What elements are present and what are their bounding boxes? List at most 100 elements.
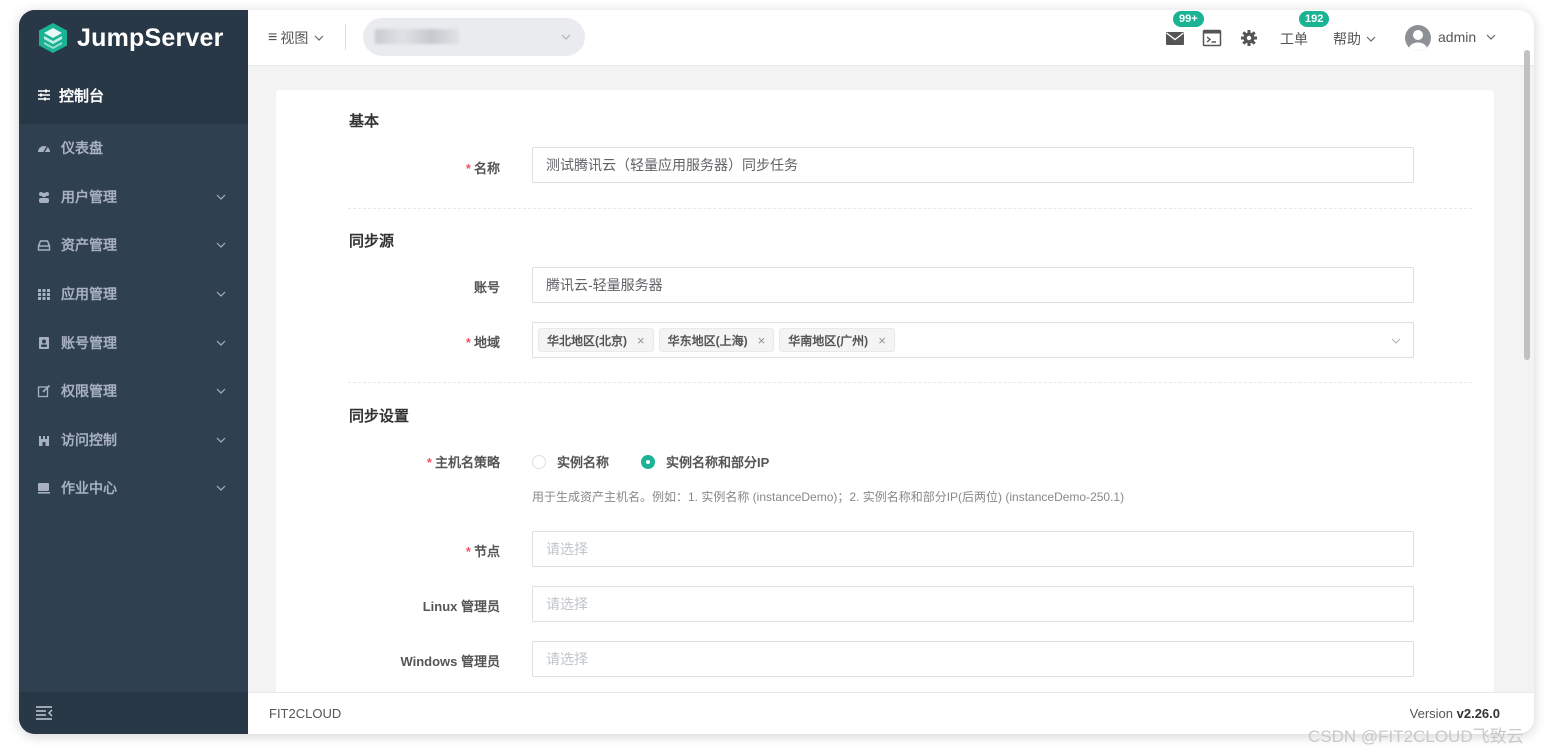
sliders-icon: [38, 89, 50, 101]
footer-company: FIT2CLOUD: [269, 706, 342, 721]
inbox-icon: [37, 240, 51, 252]
sync-task-form-card: 基本 * 名称 测试腾讯云（轻量应用服务器）同步任务 同步源 账号 腾讯云-轻量服…: [276, 90, 1494, 692]
chevron-down-icon: [216, 388, 226, 395]
sidebar-console[interactable]: 控制台: [19, 66, 248, 124]
jumpserver-logo-icon: [39, 23, 67, 53]
chevron-down-icon: [216, 340, 226, 346]
sidebar-item-job-center[interactable]: 作业中心: [19, 464, 248, 513]
sidebar-item-access-control[interactable]: 访问控制: [19, 416, 248, 465]
chevron-down-icon: [216, 194, 226, 200]
sidebar-item-label: 用户管理: [61, 188, 117, 205]
sidebar-item-label: 作业中心: [61, 480, 117, 497]
name-input[interactable]: 测试腾讯云（轻量应用服务器）同步任务: [532, 147, 1414, 183]
top-header: ≡ 视图 99+ 工单 192 帮助 admin: [248, 10, 1534, 66]
view-switcher-button[interactable]: ≡ 视图: [268, 28, 324, 48]
region-tag: 华东地区(上海) ×: [658, 328, 775, 352]
section-source-title: 同步源: [349, 233, 395, 250]
app-window: JumpServer 控制台 仪表盘 用户管理 资产管理 应用管理 账号管理 权…: [19, 10, 1534, 734]
sidebar-item-accounts[interactable]: 账号管理: [19, 318, 248, 367]
sidebar-item-assets[interactable]: 资产管理: [19, 221, 248, 270]
collapse-menu-icon: [36, 706, 53, 720]
help-label: 帮助: [1333, 31, 1361, 47]
section-divider: [348, 382, 1472, 383]
avatar[interactable]: [1405, 25, 1431, 51]
tickets-link[interactable]: 工单: [1280, 29, 1308, 49]
user-avatar-icon: [1409, 30, 1427, 51]
fort-icon: [39, 435, 49, 446]
sidebar-item-label: 访问控制: [61, 431, 117, 448]
required-mark: *: [465, 161, 471, 176]
node-label: * 节点: [465, 544, 500, 559]
sidebar-collapse-button[interactable]: [19, 692, 248, 734]
required-mark: *: [465, 335, 471, 350]
close-icon[interactable]: ×: [878, 333, 886, 348]
messages-badge: 99+: [1173, 11, 1204, 27]
logo[interactable]: JumpServer: [19, 10, 248, 66]
section-sync-settings-title: 同步设置: [349, 408, 410, 425]
grid-icon: [38, 289, 50, 301]
sidebar-item-dashboard[interactable]: 仪表盘: [19, 124, 248, 173]
sidebar-item-label: 权限管理: [61, 383, 117, 400]
sidebar: JumpServer 控制台 仪表盘 用户管理 资产管理 应用管理 账号管理 权…: [19, 10, 248, 734]
required-mark: *: [465, 544, 471, 559]
account-select[interactable]: 腾讯云-轻量服务器: [532, 267, 1414, 303]
hostname-strategy-label: * 主机名策略: [426, 455, 500, 470]
chevron-down-icon: [1391, 338, 1401, 344]
address-book-icon: [39, 336, 49, 349]
sidebar-item-applications[interactable]: 应用管理: [19, 270, 248, 319]
mail-icon[interactable]: [1165, 28, 1185, 48]
radio-instance-name-and-ip[interactable]: [641, 454, 656, 469]
edit-icon: [37, 385, 51, 398]
node-select[interactable]: 请选择: [532, 531, 1414, 567]
chevron-down-icon: [216, 243, 226, 249]
user-label: admin: [1438, 29, 1477, 45]
chevron-down-icon: [561, 34, 571, 40]
hostname-strategy-radio-group: 实例名称 实例名称和部分IP: [532, 452, 769, 471]
sidebar-item-label: 仪表盘: [61, 140, 103, 157]
region-multiselect[interactable]: 华北地区(北京) × 华东地区(上海) × 华南地区(广州) ×: [532, 322, 1414, 358]
tickets-badge: 192: [1299, 11, 1330, 27]
hostname-help-text: 用于生成资产主机名。例如：1. 实例名称 (instanceDemo)；2. 实…: [532, 490, 1125, 504]
sidebar-item-label: 资产管理: [61, 237, 117, 254]
linux-admin-label: Linux 管理员: [422, 599, 500, 614]
organization-select[interactable]: [363, 18, 585, 56]
gear-icon[interactable]: [1239, 28, 1259, 48]
sidebar-item-label: 应用管理: [61, 286, 117, 303]
radio-label[interactable]: 实例名称: [557, 452, 609, 471]
sidebar-item-users[interactable]: 用户管理: [19, 173, 248, 222]
chevron-down-icon: [216, 486, 226, 492]
terminal-icon: [38, 483, 50, 495]
section-basic-title: 基本: [349, 113, 380, 130]
chevron-down-icon: [216, 437, 226, 443]
radio-label[interactable]: 实例名称和部分IP: [666, 452, 769, 471]
sidebar-item-permissions[interactable]: 权限管理: [19, 367, 248, 416]
logo-text: JumpServer: [77, 23, 224, 52]
web-terminal-icon[interactable]: [1202, 28, 1222, 48]
sidebar-console-label: 控制台: [59, 87, 105, 105]
vertical-scrollbar[interactable]: [1524, 50, 1530, 360]
user-dropdown[interactable]: admin: [1438, 29, 1496, 45]
name-label: * 名称: [465, 161, 500, 176]
help-dropdown[interactable]: 帮助: [1333, 29, 1376, 49]
users-icon: [39, 191, 49, 203]
windows-admin-select[interactable]: 请选择: [532, 641, 1414, 677]
account-label: 账号: [473, 280, 500, 295]
chevron-down-icon: [1486, 34, 1496, 40]
close-icon[interactable]: ×: [637, 333, 645, 348]
watermark: CSDN @FIT2CLOUD飞致云: [1308, 727, 1524, 746]
linux-admin-select[interactable]: 请选择: [532, 586, 1414, 622]
radio-instance-name[interactable]: [532, 454, 546, 469]
chevron-down-icon: [314, 35, 324, 41]
close-icon[interactable]: ×: [758, 333, 766, 348]
region-tag: 华南地区(广州) ×: [779, 328, 895, 352]
dashboard-icon: [38, 146, 50, 153]
menu-icon: ≡: [268, 29, 278, 46]
section-divider: [348, 208, 1472, 209]
tickets-label: 工单: [1280, 31, 1308, 47]
blurred-organization-name: [375, 29, 459, 44]
region-label: * 地域: [465, 335, 500, 350]
region-tag: 华北地区(北京) ×: [538, 328, 654, 352]
footer-version: Version v2.26.0: [1409, 706, 1500, 721]
header-divider: [345, 24, 346, 50]
windows-admin-label: Windows 管理员: [400, 654, 500, 669]
